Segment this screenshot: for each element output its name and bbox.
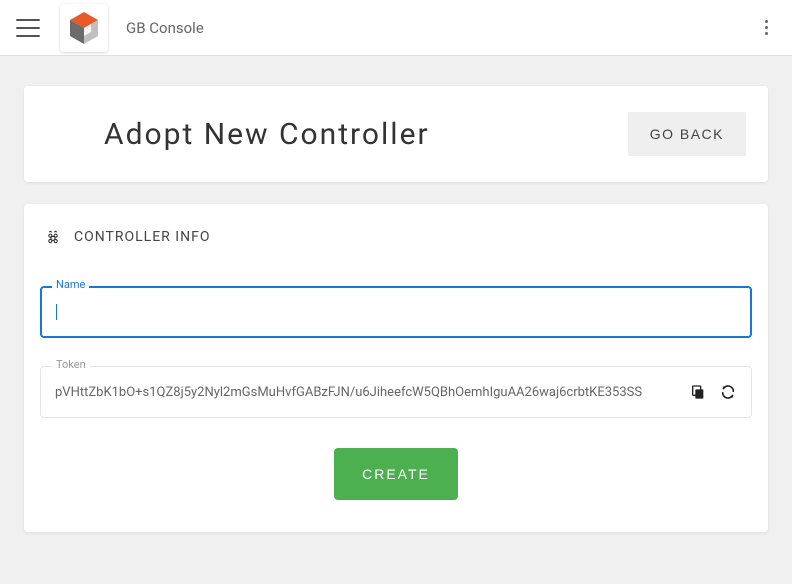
overflow-menu-icon[interactable] [756, 16, 776, 40]
section-title: CONTROLLER INFO [74, 229, 210, 245]
section-header: CONTROLLER INFO [40, 228, 752, 246]
name-label: Name [52, 278, 89, 291]
page-title: Adopt New Controller [104, 117, 430, 152]
token-value: pVHttZbK1bO+s1QZ8j5y2Nyl2mGsMuHvfGABzFJN… [55, 385, 677, 400]
token-field-wrap: Token pVHttZbK1bO+s1QZ8j5y2Nyl2mGsMuHvfG… [40, 366, 752, 418]
cube-logo-icon [66, 10, 102, 46]
name-input[interactable] [40, 286, 752, 338]
app-title: GB Console [126, 19, 204, 37]
create-button[interactable]: CREATE [334, 448, 458, 500]
create-row: CREATE [40, 448, 752, 500]
content-area: Adopt New Controller GO BACK CONTROLLER … [0, 56, 792, 584]
token-label: Token [52, 358, 90, 371]
form-card: CONTROLLER INFO Name Token pVHttZbK1bO+s… [24, 204, 768, 532]
copy-icon[interactable] [689, 383, 707, 401]
topbar: GB Console [0, 0, 792, 56]
refresh-icon[interactable] [719, 383, 737, 401]
name-field-wrap: Name [40, 286, 752, 338]
header-card: Adopt New Controller GO BACK [24, 86, 768, 182]
raspberry-pi-icon [44, 228, 62, 246]
app-logo [60, 4, 108, 52]
go-back-button[interactable]: GO BACK [628, 112, 746, 156]
menu-icon[interactable] [16, 19, 40, 37]
token-display: pVHttZbK1bO+s1QZ8j5y2Nyl2mGsMuHvfGABzFJN… [40, 366, 752, 418]
text-cursor [56, 304, 57, 320]
